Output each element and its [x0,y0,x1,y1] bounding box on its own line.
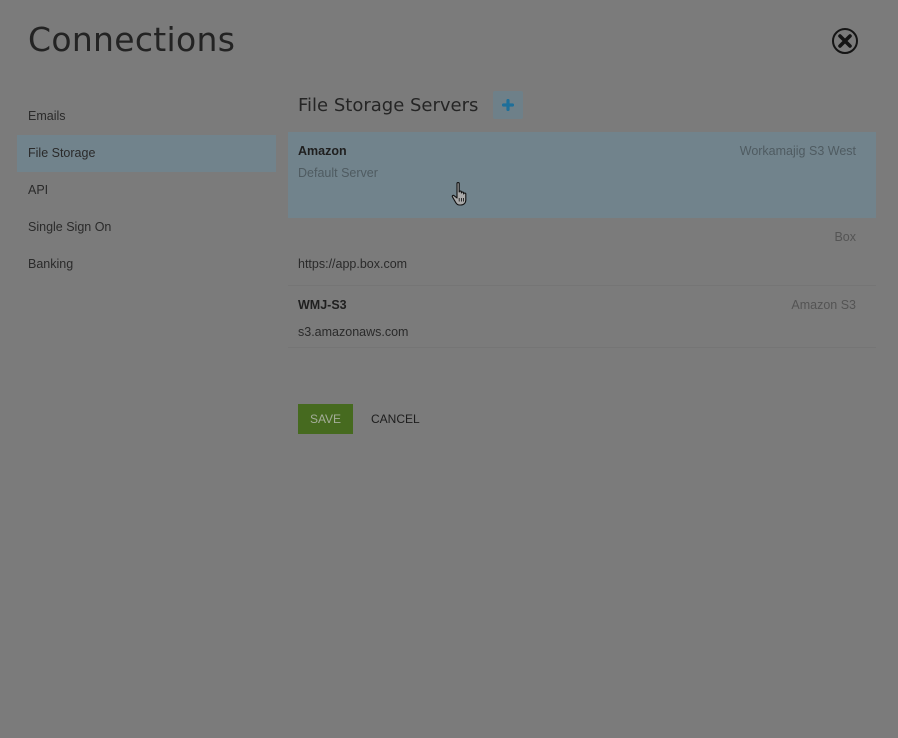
server-subtitle: https://app.box.com [298,257,408,271]
sidebar-item-file-storage[interactable]: File Storage [17,135,276,172]
cancel-button[interactable]: CANCEL [364,404,427,434]
section-title: File Storage Servers [298,95,479,116]
sidebar-item-api[interactable]: API [17,172,276,209]
sidebar-item-single-sign-on[interactable]: Single Sign On [17,209,276,246]
server-name: WMJ-S3 [298,298,347,312]
server-type: Workamajig S3 West [739,144,856,158]
server-row-amazon[interactable]: Amazon Workamajig S3 West Default Server [288,132,876,218]
sidebar: Emails File Storage API Single Sign On B… [17,98,276,283]
server-subtitle: Default Server [298,166,378,180]
connections-dialog: Connections Emails File Storage API Sing… [0,0,898,738]
sidebar-item-emails[interactable]: Emails [17,98,276,135]
server-type: Box [834,230,856,244]
close-button[interactable] [832,28,858,54]
add-server-button[interactable] [493,91,523,119]
server-row-box[interactable]: Box https://app.box.com [288,218,876,286]
server-list: Amazon Workamajig S3 West Default Server… [288,132,876,348]
server-subtitle: s3.amazonaws.com [298,325,409,339]
server-type: Amazon S3 [791,298,856,312]
server-name: Amazon [298,144,347,158]
server-row-wmj-s3[interactable]: WMJ-S3 Amazon S3 s3.amazonaws.com [288,286,876,348]
close-circle-icon [838,34,852,48]
dialog-title: Connections [28,20,236,59]
save-button[interactable]: SAVE [298,404,353,434]
sidebar-item-banking[interactable]: Banking [17,246,276,283]
hand-pointer-icon [451,181,471,212]
plus-icon [502,99,514,111]
